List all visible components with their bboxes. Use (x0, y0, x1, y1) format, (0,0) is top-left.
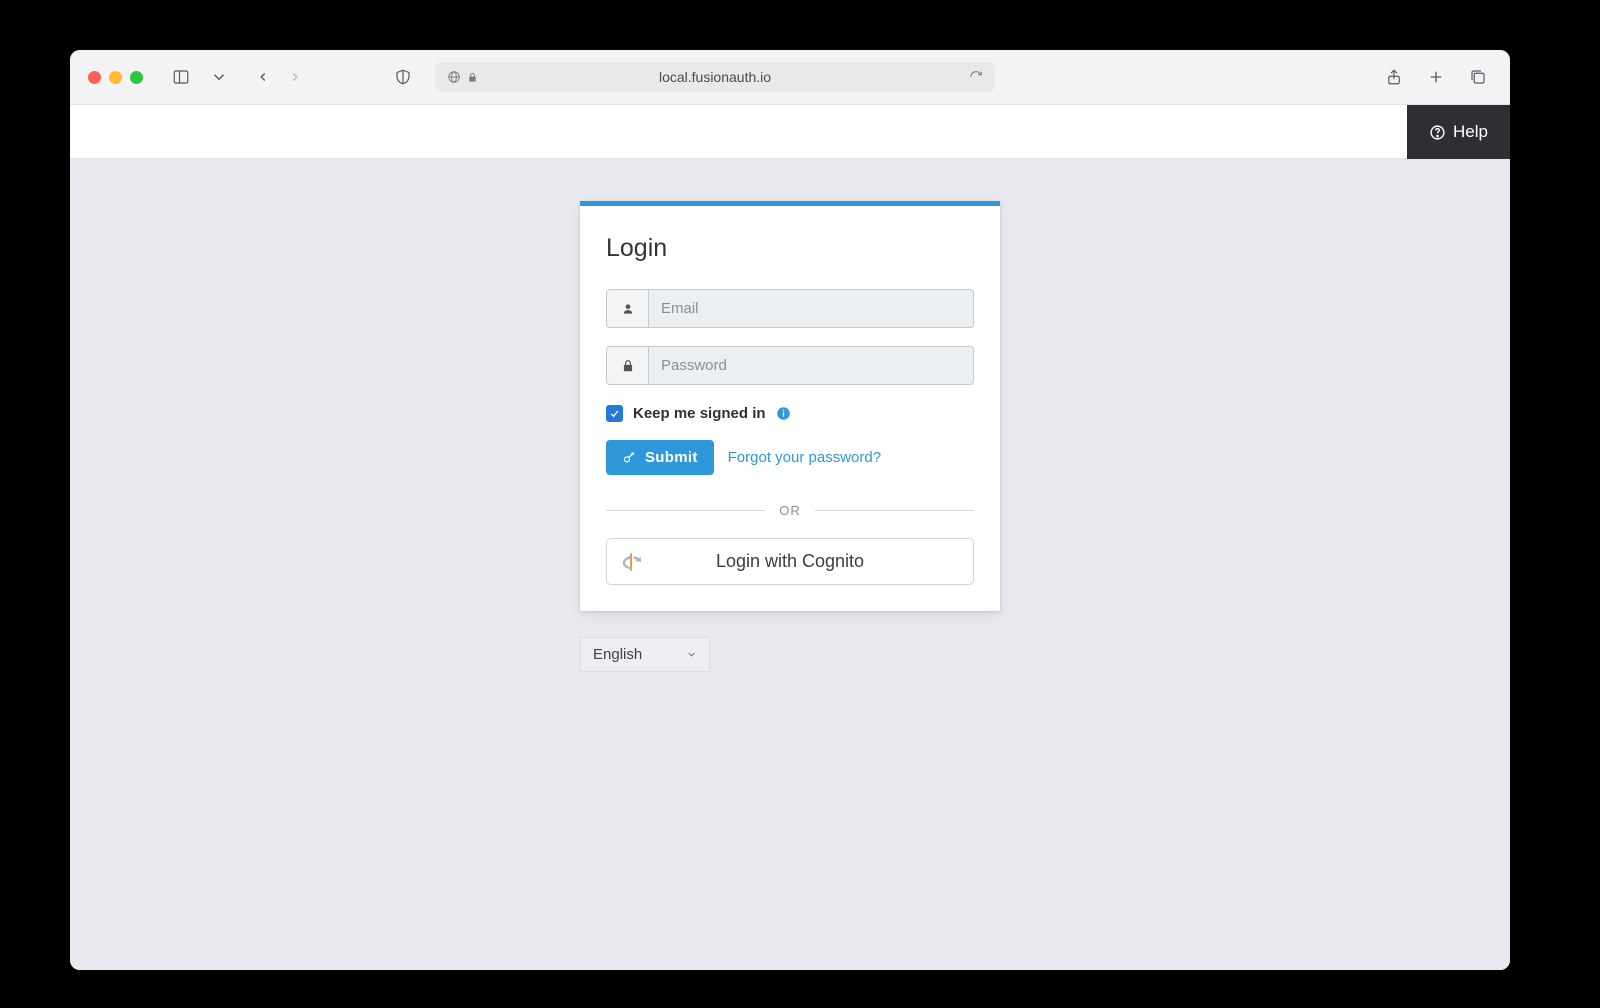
submit-button[interactable]: Submit (606, 440, 714, 475)
app-topbar: Help (70, 105, 1510, 159)
window-controls (88, 71, 143, 84)
user-icon (607, 290, 649, 327)
privacy-shield-icon[interactable] (389, 63, 417, 91)
email-field[interactable] (649, 290, 973, 327)
back-button[interactable] (249, 63, 277, 91)
language-select[interactable]: English (580, 637, 710, 672)
tabs-overview-icon[interactable] (1464, 63, 1492, 91)
sidebar-toggle-icon[interactable] (167, 63, 195, 91)
divider-label: OR (765, 503, 815, 518)
new-tab-icon[interactable] (1422, 63, 1450, 91)
keep-signed-in-label: Keep me signed in (633, 405, 766, 422)
chevron-down-icon[interactable] (205, 63, 233, 91)
chevron-down-icon (686, 649, 697, 660)
login-card: Login Keep me s (580, 201, 1000, 611)
divider: OR (606, 503, 974, 518)
action-row: Submit Forgot your password? (606, 440, 974, 475)
globe-icon (447, 70, 461, 84)
password-input-group (606, 346, 974, 385)
keep-signed-in-row[interactable]: Keep me signed in (606, 405, 974, 422)
lock-icon (467, 72, 478, 83)
language-selected: English (593, 646, 642, 663)
help-icon (1429, 124, 1446, 141)
info-icon[interactable] (776, 406, 791, 421)
page: Help Login (70, 105, 1510, 970)
submit-label: Submit (645, 449, 698, 466)
password-field[interactable] (649, 347, 973, 384)
minimize-window-icon[interactable] (109, 71, 122, 84)
keep-signed-in-checkbox[interactable] (606, 405, 623, 422)
email-input-group (606, 289, 974, 328)
help-label: Help (1453, 122, 1488, 142)
maximize-window-icon[interactable] (130, 71, 143, 84)
lock-icon (607, 347, 649, 384)
login-with-cognito-button[interactable]: Login with Cognito (606, 538, 974, 585)
page-canvas: Login Keep me s (70, 159, 1510, 970)
login-title: Login (606, 234, 974, 263)
help-button[interactable]: Help (1407, 105, 1510, 159)
forgot-password-link[interactable]: Forgot your password? (728, 449, 881, 466)
key-icon (622, 450, 637, 465)
browser-window: local.fusionauth.io Help (70, 50, 1510, 970)
openid-icon (621, 551, 643, 573)
forward-button[interactable] (281, 63, 309, 91)
close-window-icon[interactable] (88, 71, 101, 84)
url-text: local.fusionauth.io (659, 69, 771, 85)
share-icon[interactable] (1380, 63, 1408, 91)
idp-button-label: Login with Cognito (716, 551, 864, 572)
address-bar[interactable]: local.fusionauth.io (435, 62, 995, 92)
reload-icon[interactable] (969, 70, 983, 84)
browser-toolbar: local.fusionauth.io (70, 50, 1510, 105)
